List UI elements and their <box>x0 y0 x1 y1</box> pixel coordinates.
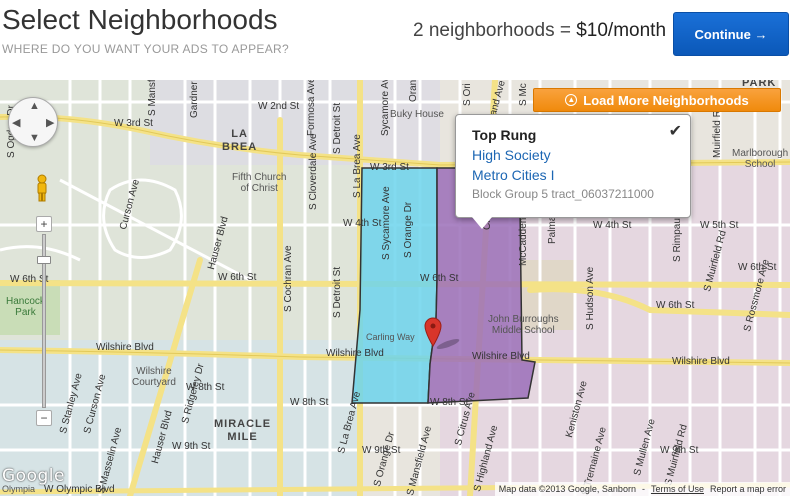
pan-left-icon[interactable]: ◀ <box>12 116 20 129</box>
pan-up-icon[interactable]: ▲ <box>29 100 40 112</box>
pan-down-icon[interactable]: ▼ <box>29 132 40 144</box>
poi-label: Buky House <box>390 109 444 120</box>
street-label: Muirfield Rd <box>712 104 723 158</box>
street-label: Sycamore Ave <box>380 80 391 136</box>
area-label: MIRACLE MILE <box>214 418 272 443</box>
map-attribution: Map data ©2013 Google, Sanborn - Terms o… <box>494 482 790 496</box>
street-label: W 4th St <box>343 218 382 229</box>
street-view-pegman-icon[interactable] <box>34 174 50 202</box>
street-label: W 4th St <box>593 220 632 231</box>
page-title: Select Neighborhoods <box>2 4 278 35</box>
area-label: LA BREA <box>222 128 258 153</box>
street-label: S Orange Dr <box>403 201 414 258</box>
price-summary: 2 neighborhoods = $10/month <box>413 20 666 42</box>
neighborhood-map[interactable]: W 3rd St W 3rd St W 2nd St W 4th St W 4t… <box>0 80 790 496</box>
street-label: S Detroit St <box>332 102 343 154</box>
street-label: W 6th St <box>656 300 695 311</box>
street-label: S Rimpau <box>672 218 683 262</box>
neighborhood-popup: ✔ Top Rung High Society Metro Cities I B… <box>455 114 691 229</box>
zoom-in-button[interactable]: + <box>36 216 52 232</box>
map-pin-icon[interactable] <box>424 317 442 347</box>
poi-label: Fifth Church of Christ <box>232 172 287 194</box>
street-label: Formosa Ave <box>306 80 317 136</box>
street-label: S Hudson Ave <box>585 266 596 330</box>
price-prefix: 2 neighborhoods = <box>413 20 577 41</box>
report-map-error-link[interactable]: Report a map error <box>710 484 786 494</box>
arrow-up-circle-icon: ▲ <box>565 94 578 106</box>
price-amount: $10/month <box>576 20 667 41</box>
street-label: W 6th St <box>420 273 459 284</box>
street-label: S Cochran Ave <box>283 245 294 312</box>
street-label: W 3rd St <box>370 162 409 173</box>
page-subtitle: WHERE DO YOU WANT YOUR ADS TO APPEAR? <box>2 42 289 56</box>
street-label: W 6th St <box>218 272 257 283</box>
poi-label: John Burroughs Middle School <box>488 314 559 336</box>
popup-title: Top Rung <box>472 127 537 143</box>
pan-control[interactable]: ▲ ▼ ◀ ▶ <box>8 97 58 147</box>
continue-button[interactable]: Continue → <box>673 12 789 56</box>
check-icon[interactable]: ✔ <box>669 121 682 141</box>
street-label: W 8th St <box>290 397 329 408</box>
zoom-slider-thumb[interactable] <box>37 256 51 264</box>
street-label: S Detroit St <box>332 266 343 318</box>
poi-label: Marlborough School <box>732 148 789 170</box>
google-logo: Google <box>2 466 65 486</box>
street-label: Wilshire Blvd <box>96 342 154 353</box>
street-label: Carling Way <box>366 332 415 342</box>
terms-of-use-link[interactable]: Terms of Use <box>651 484 704 494</box>
street-label: W 3rd St <box>114 118 153 129</box>
zoom-out-button[interactable]: − <box>36 410 52 426</box>
load-more-label: Load More Neighborhoods <box>583 92 749 108</box>
street-label: Wilshire Blvd <box>472 351 530 362</box>
pan-right-icon[interactable]: ▶ <box>46 116 54 129</box>
street-label: S Sycamore Ave <box>381 186 392 260</box>
load-more-neighborhoods-button[interactable]: ▲ Load More Neighborhoods <box>533 88 781 112</box>
street-label: Wilshire Blvd <box>672 356 730 367</box>
street-label: Gardner St <box>189 80 200 118</box>
popup-link-metro-cities[interactable]: Metro Cities I <box>472 167 674 183</box>
street-label: W 9th St <box>172 441 211 452</box>
street-label: S Cloverdale Ave <box>308 133 319 210</box>
page-header: Select Neighborhoods WHERE DO YOU WANT Y… <box>0 0 790 80</box>
street-label: Wilshire Blvd <box>326 348 384 359</box>
street-label: S Ori <box>462 83 473 106</box>
popup-meta: Block Group 5 tract_06037211000 <box>472 187 654 201</box>
street-label: W 2nd St <box>258 101 300 112</box>
street-label: S Mansfield Ave <box>147 80 158 116</box>
street-label: S La Brea Ave <box>352 134 363 198</box>
neighborhood-blue <box>351 167 438 404</box>
street-label: S Mc <box>518 83 529 106</box>
popup-tail <box>472 217 492 229</box>
street-label: Orange Dr <box>408 80 419 102</box>
poi-label: Wilshire Courtyard <box>132 366 176 388</box>
zoom-control[interactable]: + − <box>36 216 52 426</box>
popup-link-high-society[interactable]: High Society <box>472 147 674 163</box>
attribution-data: Map data ©2013 Google, Sanborn <box>498 484 636 494</box>
